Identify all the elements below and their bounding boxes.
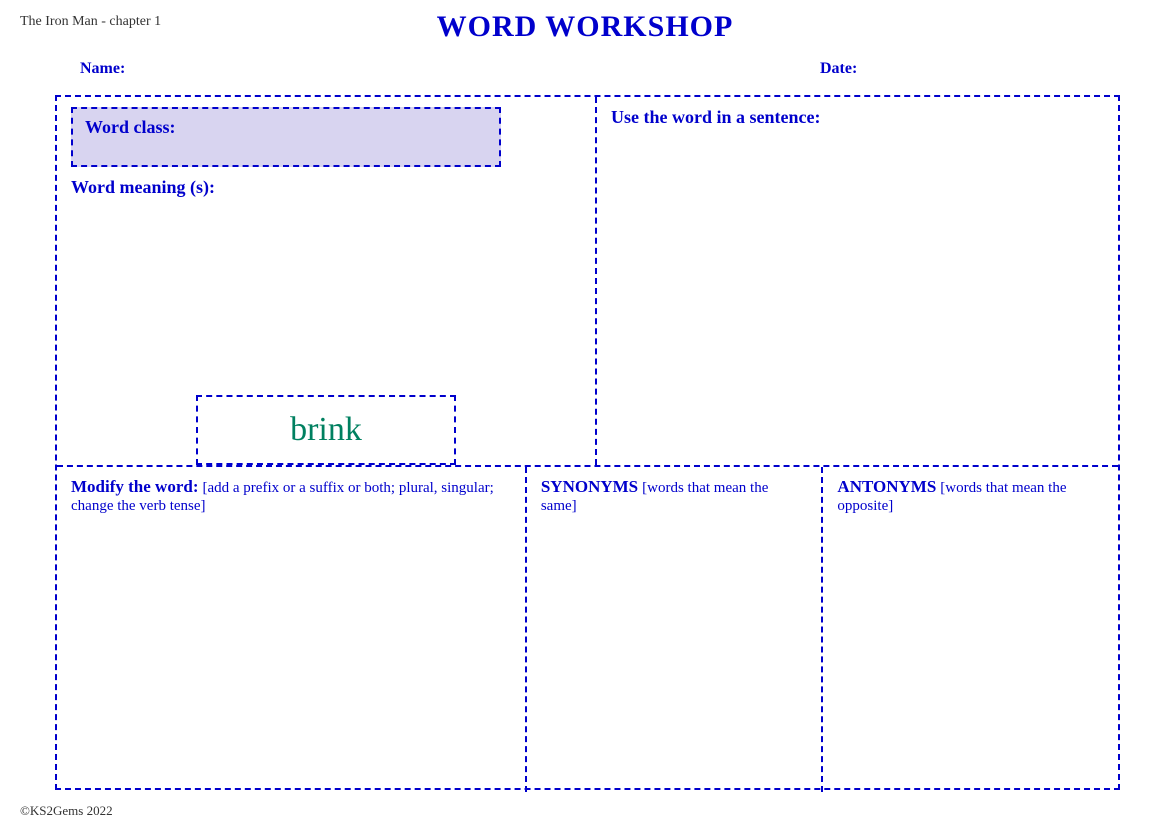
top-left-panel: Word class: Word meaning (s): brink xyxy=(57,97,597,465)
word-center-container: brink xyxy=(196,395,456,465)
antonyms-label: ANTONYMS xyxy=(837,477,936,496)
book-title: The Iron Man - chapter 1 xyxy=(20,14,161,30)
word-class-label: Word class: xyxy=(85,117,176,137)
top-section: Word class: Word meaning (s): brink Use … xyxy=(57,97,1118,467)
synonyms-label: SYNONYMS xyxy=(541,477,638,496)
word-class-box: Word class: xyxy=(71,107,501,167)
top-right-panel: Use the word in a sentence: xyxy=(597,97,1118,465)
main-container: Word class: Word meaning (s): brink Use … xyxy=(55,95,1120,790)
use-sentence-label: Use the word in a sentence: xyxy=(611,107,1104,128)
bottom-section: Modify the word: [add a prefix or a suff… xyxy=(57,467,1118,792)
name-label: Name: xyxy=(80,60,125,78)
modify-label: Modify the word: xyxy=(71,477,198,496)
footer-copyright: ©KS2Gems 2022 xyxy=(20,803,113,819)
target-word: brink xyxy=(290,411,362,448)
page-title: WORD WORKSHOP xyxy=(437,10,734,44)
synonyms-panel: SYNONYMS [words that mean the same] xyxy=(527,467,824,792)
word-meaning-label: Word meaning (s): xyxy=(71,177,581,198)
date-label: Date: xyxy=(820,60,857,78)
antonyms-panel: ANTONYMS [words that mean the opposite] xyxy=(823,467,1118,792)
modify-panel: Modify the word: [add a prefix or a suff… xyxy=(57,467,527,792)
word-center-box: brink xyxy=(196,395,456,465)
